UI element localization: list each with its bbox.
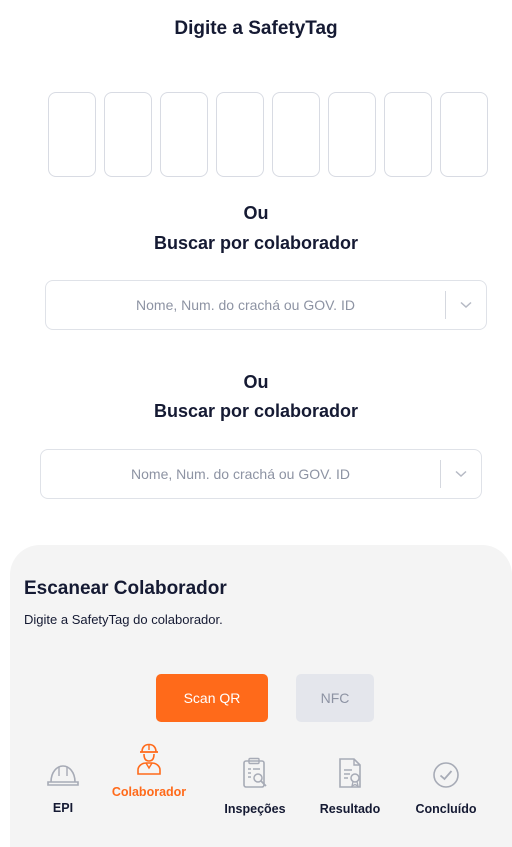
search-placeholder-1: Nome, Num. do crachá ou GOV. ID xyxy=(136,297,355,313)
or-divider-1: Ou xyxy=(243,203,269,223)
step-label: Resultado xyxy=(319,802,381,816)
step-label: Colaborador xyxy=(111,785,187,799)
search-label-2: Buscar por colaborador xyxy=(153,401,359,421)
chevron-down-icon[interactable] xyxy=(446,281,486,329)
step-inspecoes[interactable]: Inspeções xyxy=(210,757,300,816)
scan-qr-button[interactable]: Scan QR xyxy=(156,674,268,722)
search-label-1: Buscar por colaborador xyxy=(153,233,359,253)
worker-icon xyxy=(137,743,161,775)
progress-steps: EPI Colaborador Inspeções Resultado Conc… xyxy=(10,740,512,830)
sheet-title: Escanear Colaborador xyxy=(24,578,227,599)
collaborator-search-select-2[interactable]: Nome, Num. do crachá ou GOV. ID xyxy=(40,449,482,499)
check-circle-icon xyxy=(433,762,459,788)
document-badge-icon xyxy=(339,758,361,788)
step-label: Concluído xyxy=(415,802,477,816)
helmet-icon xyxy=(47,765,79,786)
nfc-button[interactable]: NFC xyxy=(296,674,374,722)
safetytag-digit-5[interactable] xyxy=(272,92,320,177)
safetytag-digit-6[interactable] xyxy=(328,92,376,177)
safetytag-digit-8[interactable] xyxy=(440,92,488,177)
collaborator-search-select-1[interactable]: Nome, Num. do crachá ou GOV. ID xyxy=(45,280,487,330)
scan-bottom-sheet: Escanear Colaborador Digite a SafetyTag … xyxy=(10,545,512,847)
or-divider-2: Ou xyxy=(243,372,269,392)
safetytag-digit-4[interactable] xyxy=(216,92,264,177)
sheet-subtitle: Digite a SafetyTag do colaborador. xyxy=(24,612,223,627)
page-title: Digite a SafetyTag xyxy=(174,18,338,39)
safetytag-input-group xyxy=(48,92,488,177)
safetytag-digit-1[interactable] xyxy=(48,92,96,177)
step-colaborador[interactable]: Colaborador xyxy=(106,743,192,799)
safetytag-digit-7[interactable] xyxy=(384,92,432,177)
step-epi[interactable]: EPI xyxy=(38,760,88,815)
step-label: EPI xyxy=(52,801,74,815)
safetytag-digit-3[interactable] xyxy=(160,92,208,177)
safetytag-digit-2[interactable] xyxy=(104,92,152,177)
clipboard-search-icon xyxy=(243,757,267,788)
chevron-down-icon[interactable] xyxy=(441,450,481,498)
step-concluido[interactable]: Concluído xyxy=(404,760,488,816)
step-resultado[interactable]: Resultado xyxy=(308,757,392,816)
search-placeholder-2: Nome, Num. do crachá ou GOV. ID xyxy=(131,466,350,482)
step-label: Inspeções xyxy=(224,802,286,816)
